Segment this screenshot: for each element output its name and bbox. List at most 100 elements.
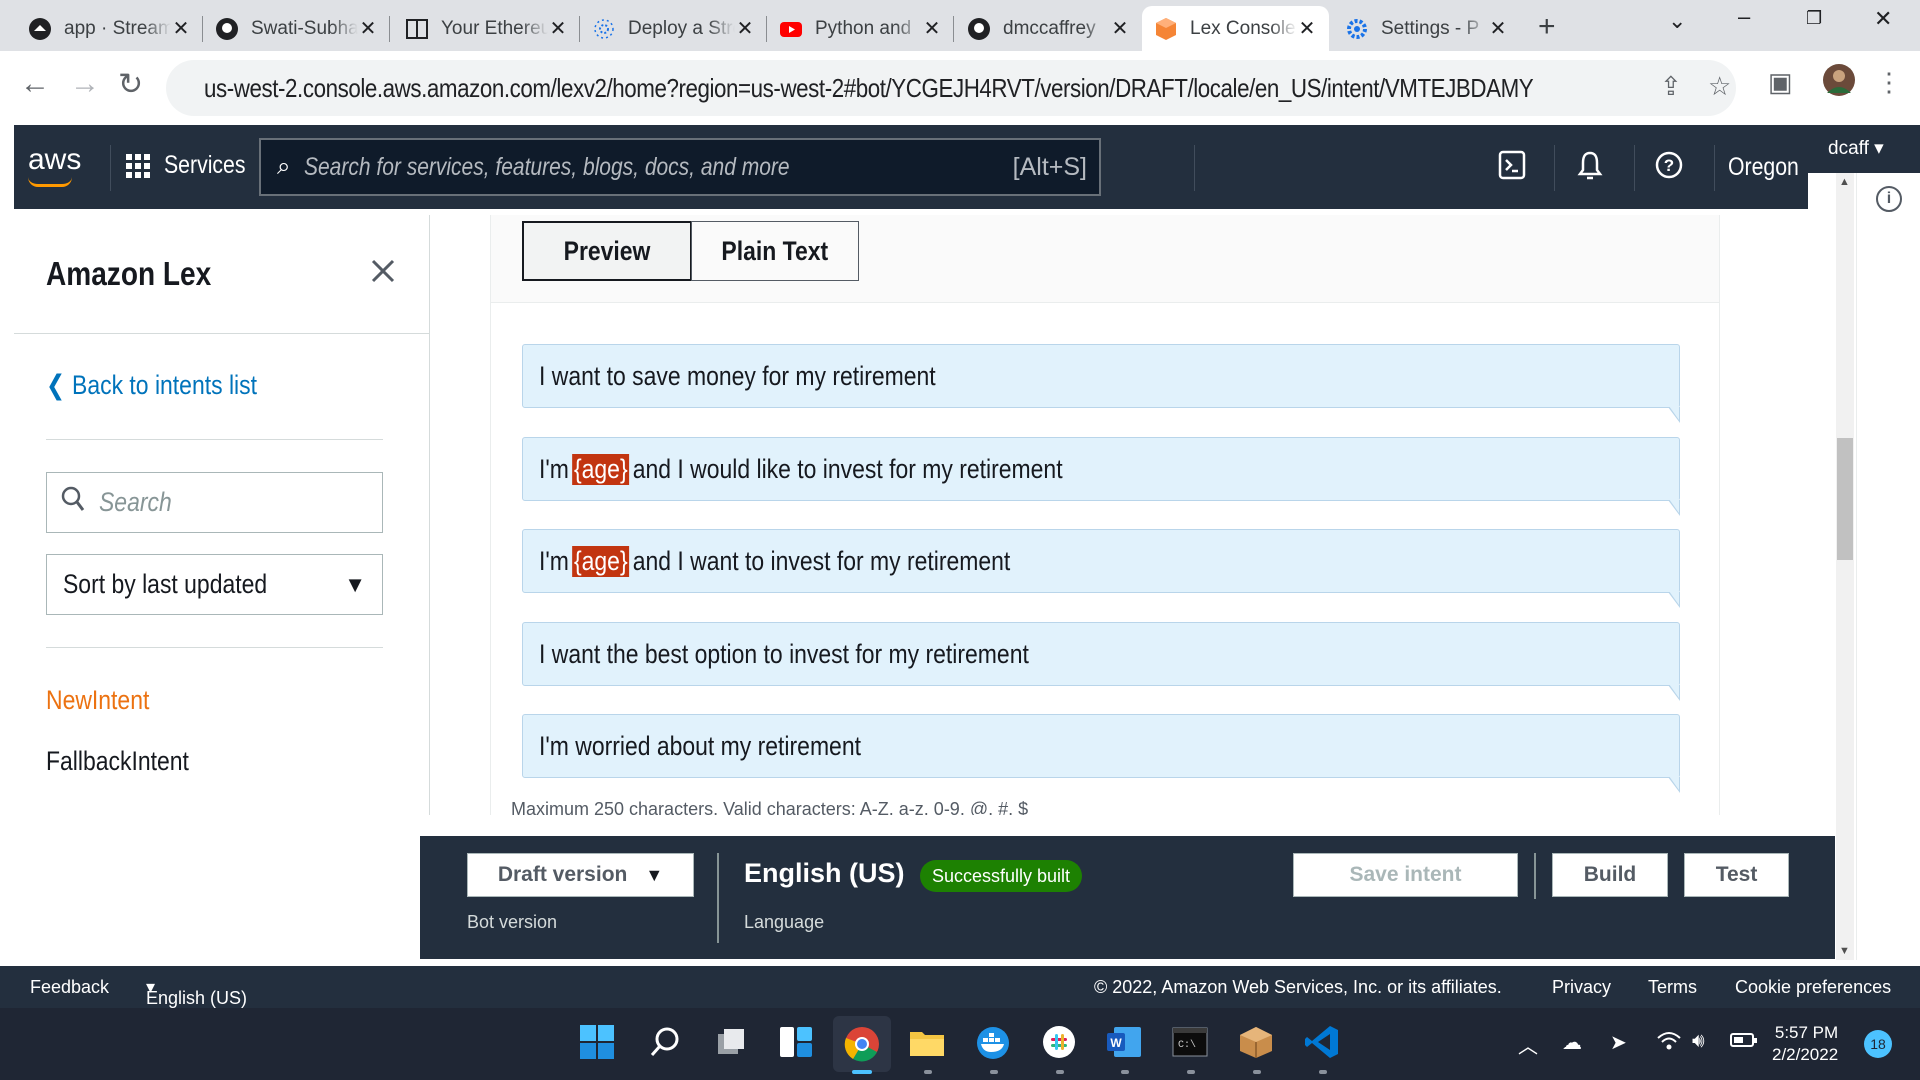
back-to-intents-link[interactable]: ❮ Back to intents list: [46, 370, 257, 401]
extension-icon[interactable]: ▣: [1768, 67, 1793, 98]
forward-arrow-icon[interactable]: →: [70, 67, 100, 101]
settings-icon: [1345, 17, 1369, 41]
browser-tab[interactable]: Python and ✕: [767, 6, 954, 51]
utterance-item[interactable]: I want to save money for my retirement: [522, 344, 1680, 423]
page-scrollbar[interactable]: ▲ ▼: [1836, 173, 1854, 960]
cookie-preferences-link[interactable]: Cookie preferences: [1735, 977, 1891, 998]
bot-status-bar: Draft version ▼ Bot version English (US) …: [420, 836, 1835, 959]
profile-avatar[interactable]: [1822, 63, 1856, 104]
footer-language-selector[interactable]: English (US) ▾: [146, 977, 247, 1008]
scrollbar-thumb[interactable]: [1837, 438, 1853, 560]
close-tab-icon[interactable]: ✕: [548, 16, 568, 41]
system-clock[interactable]: 5:57 PM 2/2/2022: [1772, 1022, 1838, 1066]
notification-badge[interactable]: 18: [1864, 1030, 1892, 1058]
new-tab-button[interactable]: +: [1538, 10, 1556, 44]
chevron-up-icon[interactable]: ︿: [1518, 1030, 1538, 1059]
caret-down-icon: ▾: [1874, 138, 1884, 159]
bookmark-star-icon[interactable]: ☆: [1708, 71, 1731, 102]
browser-tab-active[interactable]: Lex Console ✕: [1142, 6, 1329, 51]
account-menu[interactable]: dcaff ▾: [1808, 125, 1920, 173]
docker-icon[interactable]: [973, 1022, 1013, 1062]
sidebar-item-newintent[interactable]: NewIntent: [46, 685, 149, 716]
file-explorer-icon[interactable]: [907, 1022, 947, 1062]
battery-icon[interactable]: [1730, 1030, 1758, 1056]
restore-button[interactable]: ❐: [1806, 8, 1822, 29]
tab-preview[interactable]: Preview: [522, 221, 692, 281]
privacy-link[interactable]: Privacy: [1552, 977, 1611, 998]
browser-tab[interactable]: Settings - P ✕: [1333, 6, 1520, 51]
aws-logo-smile: [28, 177, 72, 187]
widgets-icon[interactable]: [776, 1022, 816, 1062]
location-icon[interactable]: ➤: [1610, 1030, 1627, 1055]
reload-icon[interactable]: ↻: [118, 67, 143, 102]
search-icon: ⌕: [277, 153, 291, 180]
feedback-link[interactable]: Feedback: [30, 977, 109, 998]
aws-search-input[interactable]: ⌕ Search for services, features, blogs, …: [259, 138, 1101, 196]
build-status-badge: Successfully built: [920, 860, 1083, 892]
bot-version-dropdown[interactable]: Draft version ▼: [467, 853, 694, 897]
close-tab-icon[interactable]: ✕: [358, 16, 378, 41]
task-view-icon[interactable]: [711, 1022, 751, 1062]
wifi-icon[interactable]: [1656, 1030, 1682, 1058]
chrome-menu-icon[interactable]: ⋮: [1876, 67, 1902, 98]
onedrive-icon[interactable]: ☁: [1562, 1030, 1582, 1055]
utterance-item[interactable]: I want the best option to invest for my …: [522, 622, 1680, 701]
browser-tab[interactable]: app · Streamlit ✕: [16, 6, 203, 51]
utterance-item[interactable]: I'm worried about my retirement: [522, 714, 1680, 793]
streamlit-share-icon: [592, 17, 616, 41]
sort-dropdown[interactable]: Sort by last updated ▼: [46, 554, 383, 615]
help-icon[interactable]: ?: [1654, 149, 1684, 188]
intent-search-input[interactable]: Search: [46, 472, 383, 533]
browser-tab-strip: app · Streamlit ✕ Swati-Subhash ✕ Your E…: [0, 0, 1920, 51]
terminal-icon[interactable]: C:\: [1170, 1022, 1210, 1062]
build-button[interactable]: Build: [1552, 853, 1668, 897]
caret-down-icon: ▼: [645, 864, 664, 885]
browser-tab[interactable]: dmccaffrey ✕: [955, 6, 1142, 51]
close-tab-icon[interactable]: ✕: [735, 16, 755, 41]
close-tab-icon[interactable]: ✕: [1297, 16, 1317, 41]
utterance-item[interactable]: I'm {age} and I would like to invest for m…: [522, 437, 1680, 516]
tab-plain-text[interactable]: Plain Text: [691, 221, 859, 281]
services-menu-button[interactable]: Services: [126, 151, 260, 180]
search-icon[interactable]: [645, 1022, 685, 1062]
slack-icon[interactable]: [1039, 1022, 1079, 1062]
start-icon[interactable]: [577, 1022, 617, 1062]
vscode-icon[interactable]: [1302, 1022, 1342, 1062]
close-tab-icon[interactable]: ✕: [1110, 16, 1130, 41]
region-selector[interactable]: Oregon: [1728, 153, 1811, 182]
browser-tab[interactable]: Swati-Subhash ✕: [203, 6, 390, 51]
close-icon[interactable]: [370, 251, 396, 293]
chrome-taskbar-icon[interactable]: [833, 1016, 891, 1072]
share-icon[interactable]: ⇪: [1660, 71, 1682, 102]
svg-text:C:\: C:\: [1178, 1039, 1196, 1051]
browser-tab[interactable]: Your Ethereum ✕: [393, 6, 580, 51]
bot-version-label: Bot version: [467, 912, 558, 932]
close-tab-icon[interactable]: ✕: [171, 16, 191, 41]
address-bar[interactable]: us-west-2.console.aws.amazon.com/lexv2/h…: [166, 60, 1736, 116]
aws-logo[interactable]: aws: [28, 143, 81, 177]
package-icon[interactable]: [1236, 1022, 1276, 1062]
close-window-button[interactable]: ✕: [1874, 6, 1892, 32]
tab-search-icon[interactable]: ⌄: [1668, 8, 1686, 34]
cloudshell-icon[interactable]: [1498, 149, 1526, 188]
terms-link[interactable]: Terms: [1648, 977, 1697, 998]
help-panel-strip: [1856, 173, 1920, 960]
close-tab-icon[interactable]: ✕: [922, 16, 942, 41]
minimize-button[interactable]: –: [1738, 4, 1750, 30]
back-arrow-icon[interactable]: ←: [20, 67, 50, 101]
test-button[interactable]: Test: [1684, 853, 1789, 897]
language-label: Language: [744, 912, 825, 932]
word-icon[interactable]: W: [1104, 1022, 1144, 1062]
save-intent-button[interactable]: Save intent: [1293, 853, 1518, 897]
utterance-item[interactable]: I'm {age} and I want to invest for my reti…: [522, 529, 1680, 608]
info-icon[interactable]: i: [1876, 186, 1902, 212]
copyright-text: © 2022, Amazon Web Services, Inc. or its…: [1094, 977, 1502, 997]
browser-tab[interactable]: Deploy a Streamlit ✕: [580, 6, 767, 51]
notifications-bell-icon[interactable]: [1576, 149, 1604, 188]
sidebar-item-fallbackintent[interactable]: FallbackIntent: [46, 746, 189, 777]
volume-icon[interactable]: 🔊︎: [1692, 1030, 1705, 1053]
slot-chip: {age}: [572, 545, 630, 577]
windows-taskbar: W C:\ ︿ ☁ ➤ 🔊︎ 5:57 PM 2/2/2022 18: [0, 1008, 1920, 1080]
close-tab-icon[interactable]: ✕: [1488, 16, 1508, 41]
search-icon: [61, 486, 85, 519]
